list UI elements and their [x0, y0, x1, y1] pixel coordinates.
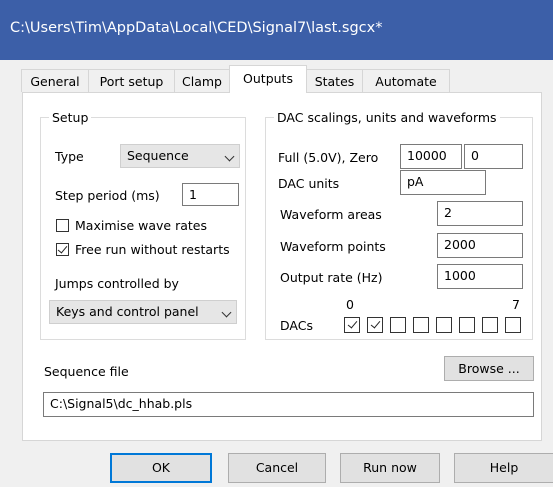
waveform-points-value: 2000 — [444, 237, 476, 252]
tab-clamp[interactable]: Clamp — [174, 69, 230, 92]
title-bar[interactable]: C:\Users\Tim\AppData\Local\CED\Signal7\l… — [0, 0, 553, 60]
maximise-wave-rates-checkbox[interactable] — [56, 219, 69, 232]
output-rate-input[interactable]: 1000 — [437, 264, 523, 289]
help-button[interactable]: Help — [454, 453, 553, 483]
full-scale-input[interactable]: 10000 — [400, 144, 462, 169]
check-icon — [370, 318, 381, 329]
dac-checkbox-1[interactable] — [367, 317, 383, 333]
waveform-areas-input[interactable]: 2 — [437, 201, 523, 226]
dac-units-value: pA — [407, 174, 424, 189]
dac-checkbox-7[interactable] — [505, 317, 521, 333]
waveform-areas-value: 2 — [444, 205, 452, 220]
maximise-wave-rates-label: Maximise wave rates — [75, 218, 207, 233]
step-period-input[interactable]: 1 — [182, 183, 239, 206]
type-label: Type — [55, 149, 84, 164]
dacs-label: DACs — [280, 318, 313, 333]
step-period-value: 1 — [189, 187, 197, 202]
dac-group-title: DAC scalings, units and waveforms — [277, 110, 497, 125]
dac-checkbox-0[interactable] — [344, 317, 360, 333]
dac-checkbox-6[interactable] — [482, 317, 498, 333]
full-zero-label: Full (5.0V), Zero — [278, 150, 379, 165]
output-rate-label: Output rate (Hz) — [280, 270, 383, 285]
tab-automate[interactable]: Automate — [362, 69, 450, 92]
waveform-points-label: Waveform points — [280, 239, 386, 254]
sequence-file-input[interactable]: C:\Signal5\dc_hhab.pls — [43, 392, 534, 417]
dac-units-label: DAC units — [278, 176, 340, 191]
dac-units-input[interactable]: pA — [400, 170, 486, 195]
free-run-checkbox[interactable] — [56, 243, 69, 256]
tab-states[interactable]: States — [306, 69, 363, 92]
window-title: C:\Users\Tim\AppData\Local\CED\Signal7\l… — [10, 20, 383, 36]
check-icon — [347, 318, 358, 329]
dac-checkbox-4[interactable] — [436, 317, 452, 333]
jumps-dropdown[interactable]: Keys and control panel — [49, 300, 237, 324]
zero-value: 0 — [471, 148, 479, 163]
dac-checkbox-3[interactable] — [413, 317, 429, 333]
dacs-first-index: 0 — [346, 297, 354, 312]
browse-button[interactable]: Browse ... — [444, 356, 534, 381]
type-dropdown-value: Sequence — [127, 148, 189, 163]
free-run-label: Free run without restarts — [75, 242, 230, 257]
setup-group-title: Setup — [52, 110, 89, 125]
check-icon — [57, 243, 68, 254]
dac-checkbox-2[interactable] — [390, 317, 406, 333]
jumps-dropdown-value: Keys and control panel — [56, 304, 199, 319]
type-dropdown[interactable]: Sequence — [120, 144, 240, 168]
output-rate-value: 1000 — [444, 268, 476, 283]
chevron-down-icon — [221, 307, 232, 318]
cancel-button[interactable]: Cancel — [228, 453, 326, 483]
waveform-points-input[interactable]: 2000 — [437, 233, 523, 258]
run-now-button[interactable]: Run now — [340, 453, 440, 483]
jumps-controlled-label: Jumps controlled by — [55, 276, 179, 291]
full-scale-value: 10000 — [407, 148, 447, 163]
zero-input[interactable]: 0 — [464, 144, 523, 169]
tab-outputs[interactable]: Outputs — [229, 65, 307, 93]
dac-checkbox-5[interactable] — [459, 317, 475, 333]
step-period-label: Step period (ms) — [55, 188, 160, 203]
waveform-areas-label: Waveform areas — [280, 207, 382, 222]
dacs-last-index: 7 — [512, 297, 520, 312]
tab-general[interactable]: General — [21, 69, 89, 92]
tab-port-setup[interactable]: Port setup — [88, 69, 175, 92]
sequence-file-path: C:\Signal5\dc_hhab.pls — [50, 396, 193, 411]
sequence-file-label: Sequence file — [44, 364, 129, 379]
chevron-down-icon — [224, 151, 235, 162]
ok-button[interactable]: OK — [110, 453, 212, 483]
